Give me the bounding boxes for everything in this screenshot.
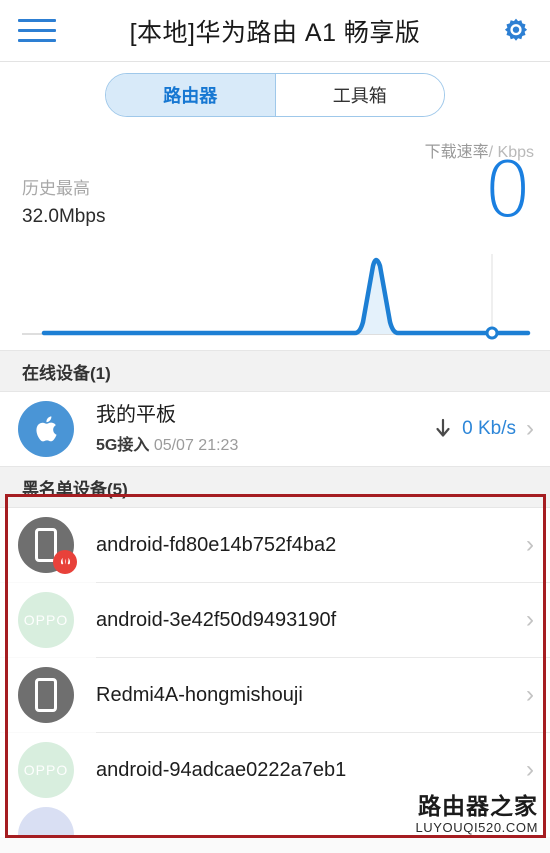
phone-icon — [18, 517, 77, 574]
hamburger-bar — [18, 19, 56, 22]
chevron-right-icon[interactable]: › — [526, 417, 534, 441]
apple-logo-icon — [18, 401, 74, 457]
history-max-value: 32.0Mbps — [22, 206, 106, 228]
chevron-right-icon[interactable]: › — [526, 683, 534, 707]
tab-bar: 路由器 工具箱 — [0, 62, 550, 128]
online-device-name: 我的平板 — [96, 404, 176, 426]
online-section-header: 在线设备(1) — [0, 350, 550, 392]
online-device-time: 05/07 21:23 — [153, 437, 239, 454]
online-device-stats: 0 Kb/s › — [434, 417, 534, 441]
online-device-connection: 5G接入 — [96, 437, 150, 454]
gear-icon[interactable] — [494, 15, 532, 47]
chevron-right-icon[interactable]: › — [526, 533, 534, 557]
segmented-control: 路由器 工具箱 — [105, 73, 445, 117]
hamburger-bar — [18, 39, 56, 42]
chevron-right-icon[interactable]: › — [526, 608, 534, 632]
phone-icon — [18, 667, 74, 723]
blacklist-device-name: Redmi4A-hongmishouji — [96, 683, 303, 706]
hamburger-bar — [18, 29, 56, 32]
chart-area-fill — [44, 260, 528, 334]
phone-glyph — [35, 678, 57, 712]
blacklist-device-name: android-3e42f50d9493190f — [96, 608, 337, 631]
blacklist-device-row[interactable]: Redmi4A-hongmishouji › — [0, 658, 550, 732]
history-max-label: 历史最高 — [22, 179, 90, 198]
current-speed-value: 0 — [483, 145, 532, 234]
blacklist-device-info: android-fd80e14b752f4ba2 — [74, 533, 526, 558]
oppo-logo-icon: OPPO — [18, 592, 74, 648]
blacklist-section-header: 黑名单设备(5) — [0, 466, 550, 508]
speed-chart-panel: 下载速率/ Kbps 历史最高 32.0Mbps 0 — [0, 128, 550, 350]
tab-router[interactable]: 路由器 — [106, 74, 275, 116]
blacklist-device-name: android-94adcae0222a7eb1 — [96, 758, 347, 781]
oppo-label: OPPO — [23, 762, 69, 778]
app-header: [本地]华为路由 A1 畅享版 — [0, 0, 550, 62]
gear-icon-svg — [504, 18, 528, 41]
online-device-speed: 0 Kb/s — [462, 418, 516, 439]
blacklist-device-info: android-94adcae0222a7eb1 — [74, 758, 526, 783]
tab-toolbox[interactable]: 工具箱 — [274, 74, 444, 116]
chart-line — [41, 257, 531, 336]
apple-logo-svg — [36, 416, 57, 442]
chart-current-point — [485, 326, 499, 340]
app-root: [本地]华为路由 A1 畅享版 路由器 工具箱 下载速率/ Kbps 历史最高 … — [0, 0, 550, 853]
blacklist-device-row[interactable]: OPPO android-94adcae0222a7eb1 › — [0, 733, 550, 807]
blacklist-device-info: android-3e42f50d9493190f — [74, 608, 526, 633]
speed-chart-svg — [22, 254, 531, 340]
chevron-right-icon[interactable]: › — [526, 758, 534, 782]
blacklist-device-name: android-fd80e14b752f4ba2 — [96, 533, 337, 556]
chart-unit-name: 下载速率 — [424, 144, 489, 161]
online-device-meta: 5G接入 05/07 21:23 — [96, 431, 434, 455]
online-device-row[interactable]: 我的平板 5G接入 05/07 21:23 0 Kb/s › — [0, 392, 550, 466]
page-title: [本地]华为路由 A1 畅享版 — [129, 18, 421, 47]
next-device-row-peek[interactable] — [0, 807, 550, 837]
device-avatar-peek — [18, 807, 74, 837]
history-max-block: 历史最高 32.0Mbps — [22, 176, 105, 232]
online-device-info: 我的平板 5G接入 05/07 21:23 — [74, 403, 434, 455]
blacklist-device-row[interactable]: OPPO android-3e42f50d9493190f › — [0, 583, 550, 657]
huawei-badge-svg — [60, 557, 70, 564]
oppo-label: OPPO — [23, 612, 69, 628]
huawei-badge-icon — [53, 550, 77, 574]
oppo-logo-icon: OPPO — [18, 742, 74, 798]
hamburger-icon[interactable] — [18, 19, 56, 42]
download-arrow-icon — [436, 418, 450, 437]
blacklist-section: 黑名单设备(5) android-fd80e14b752f4ba2 › OPPO… — [0, 466, 550, 807]
blacklist-device-info: Redmi4A-hongmishouji — [74, 683, 526, 708]
blacklist-device-row[interactable]: android-fd80e14b752f4ba2 › — [0, 508, 550, 582]
